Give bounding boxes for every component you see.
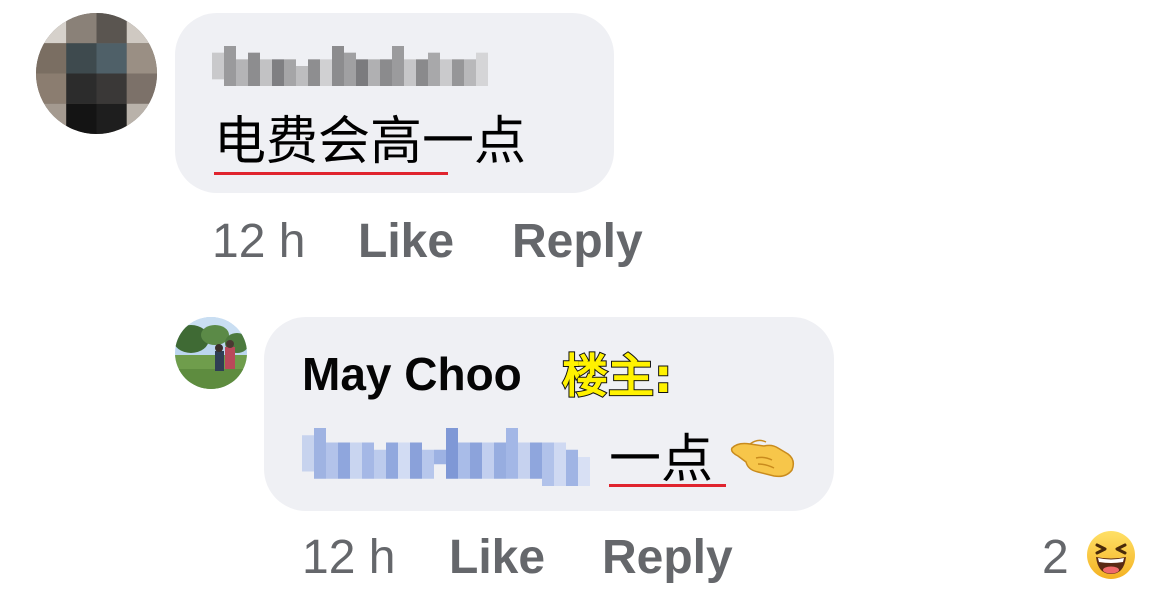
comment-thread: 电费会高一点 12 h Like Reply May Choo 楼主: 一点 1… — [0, 0, 1170, 600]
like-button[interactable]: Like — [358, 218, 454, 266]
op-tag-label: 楼主: — [561, 348, 673, 404]
reply-text: 一点 — [609, 430, 714, 490]
comment-timestamp[interactable]: 12 h — [212, 218, 305, 266]
reply-button[interactable]: Reply — [512, 218, 643, 266]
like-button[interactable]: Like — [449, 534, 545, 582]
comment-text: 电费会高一点 — [214, 112, 527, 172]
reply-timestamp[interactable]: 12 h — [302, 534, 395, 582]
spellcheck-underline — [609, 484, 726, 487]
spellcheck-underline — [214, 172, 448, 175]
pinching-hand-icon — [730, 439, 795, 478]
pinching-hand-emoji-icon — [728, 432, 798, 482]
reaction-count[interactable]: 2 — [1042, 534, 1069, 582]
outdoor-photo-avatar-icon — [175, 317, 247, 389]
blurred-name-icon — [212, 46, 488, 86]
reply-author-avatar[interactable] — [175, 317, 247, 389]
reply-author-name[interactable]: May Choo — [302, 347, 522, 401]
laughing-face-emoji-icon[interactable] — [1086, 530, 1136, 580]
commenter-avatar[interactable] — [36, 13, 157, 134]
reply-button[interactable]: Reply — [602, 534, 733, 582]
blurred-mention-icon — [302, 428, 590, 486]
pixelated-avatar-icon — [36, 13, 157, 134]
commenter-name-blurred[interactable] — [212, 46, 488, 86]
laughing-face-icon — [1087, 531, 1135, 579]
mention-blurred[interactable] — [302, 428, 590, 486]
